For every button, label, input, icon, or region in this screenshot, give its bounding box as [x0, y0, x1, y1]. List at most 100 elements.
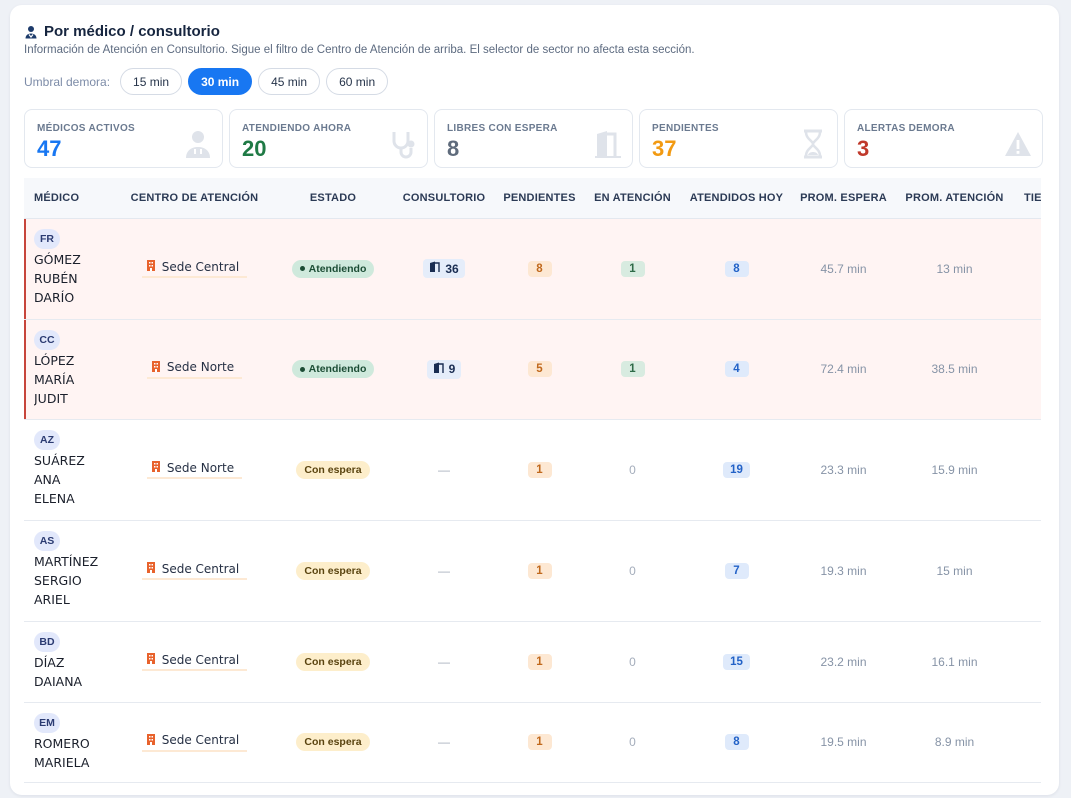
center-name: Sede Norte [166, 460, 235, 475]
status-text: Atendiendo [308, 262, 367, 275]
stat-pendientes: PENDIENTES 37 [639, 109, 838, 168]
pendientes-value: 1 [527, 461, 552, 478]
prom-atencion-value: 13 min [936, 261, 973, 276]
pendientes-cell: 1 [495, 621, 584, 703]
umbral-option-15[interactable]: 15 min [120, 68, 183, 95]
prom-espera-cell: 45.7 min [792, 218, 895, 320]
table-row[interactable]: CC LÓPEZ MARÍA JUDIT Sede Norte Atendiendo 9… [24, 319, 1041, 420]
prom-espera-cell: 19.3 min [792, 520, 895, 622]
header-prom-atencion[interactable]: PROM. ATENCIÓN [895, 178, 1014, 219]
umbral-option-60[interactable]: 60 min [326, 68, 389, 95]
header-atendidos-hoy[interactable]: ATENDIDOS HOY [681, 178, 792, 219]
en-atencion-cell: 1 [584, 218, 681, 320]
stat-medicos-activos: MÉDICOS ACTIVOS 47 [24, 109, 223, 168]
header-consultorio[interactable]: CONSULTORIO [393, 178, 495, 219]
pendientes-cell: 1 [495, 520, 584, 622]
prom-atencion-cell: 15.9 min [895, 419, 1014, 521]
status-cell: Con espera [273, 702, 393, 783]
stat-label: PENDIENTES [652, 123, 719, 134]
table-row[interactable]: AZ SUÁREZ ANA ELENA Sede Norte Con espera — 1… [24, 419, 1041, 521]
stethoscope-icon [388, 129, 418, 164]
umbral-option-30[interactable]: 30 min [188, 68, 253, 95]
section-card: Por médico / consultorio Información de … [10, 5, 1059, 795]
doctor-cell: EM ROMERO MARIELA [24, 702, 116, 783]
doctors-table: MÉDICO CENTRO DE ATENCIÓN ESTADO CONSULT… [24, 178, 1041, 783]
stat-label: LIBRES CON ESPERA [447, 123, 558, 134]
status-badge: Con espera [296, 460, 370, 479]
prom-espera-value: 19.3 min [820, 563, 867, 578]
header-estado[interactable]: ESTADO [273, 178, 393, 219]
umbral-option-45[interactable]: 45 min [258, 68, 321, 95]
header-medico[interactable]: MÉDICO [24, 178, 116, 219]
prom-atencion-cell: 15 min [895, 520, 1014, 622]
pendientes-value: 1 [527, 734, 552, 750]
doctor-name: LÓPEZ MARÍA JUDIT [34, 352, 75, 406]
en-atencion-cell: 1 [584, 319, 681, 420]
status-badge: Atendiendo [291, 360, 375, 378]
doctor-cell: AZ SUÁREZ ANA ELENA [24, 419, 116, 521]
stat-label: MÉDICOS ACTIVOS [37, 123, 136, 134]
atendidos-cell: 7 [681, 520, 792, 622]
status-badge: Con espera [296, 652, 370, 671]
header-pendientes[interactable]: PENDIENTES [495, 178, 584, 219]
prom-atencion-cell: 13 min [895, 218, 1014, 320]
table-row[interactable]: BD DÍAZ DAIANA Sede Central Con espera — 1 0 15… [24, 621, 1041, 703]
consultorio-number: 9 [448, 362, 456, 376]
atendidos-cell: 8 [681, 218, 792, 320]
door-icon [593, 129, 623, 164]
pendientes-cell: 8 [495, 218, 584, 320]
tiempo-cell: 5.1 [1014, 319, 1041, 420]
umbral-selector: Umbral demora: 15 min 30 min 45 min 60 m… [24, 68, 389, 95]
stat-atendiendo-ahora: ATENDIENDO AHORA 20 [229, 109, 428, 168]
doctor-cell: FR GÓMEZ RUBÉN DARÍO [24, 218, 116, 320]
consultorio-cell: — [393, 702, 495, 783]
en-atencion-value: 0 [629, 654, 636, 669]
avatar: FR [34, 228, 60, 249]
center-chip: Sede Central [141, 652, 248, 671]
table-row[interactable]: FR GÓMEZ RUBÉN DARÍO Sede Central Atendiend… [24, 218, 1041, 320]
doctor-cell: BD DÍAZ DAIANA [24, 621, 116, 703]
center-name: Sede Central [161, 733, 240, 747]
hourglass-icon [798, 129, 828, 164]
building-icon [146, 561, 156, 576]
header-prom-espera[interactable]: PROM. ESPERA [792, 178, 895, 219]
atendidos-value: 4 [724, 361, 749, 377]
stat-alertas-demora: ALERTAS DEMORA 3 [844, 109, 1043, 168]
consultorio-empty: — [438, 462, 450, 477]
table-row[interactable]: AS MARTÍNEZ SERGIO ARIEL Sede Central Con e… [24, 520, 1041, 622]
building-icon [151, 460, 161, 475]
avatar: CC [34, 329, 60, 350]
pendientes-value: 1 [527, 562, 552, 579]
stat-value: 37 [652, 136, 677, 161]
header-en-atencion[interactable]: EN ATENCIÓN [584, 178, 681, 219]
en-atencion-cell: 0 [584, 621, 681, 703]
consultorio-cell: 36 [393, 218, 495, 320]
doctors-table-container[interactable]: MÉDICO CENTRO DE ATENCIÓN ESTADO CONSULT… [24, 178, 1041, 798]
consultorio-cell: — [393, 419, 495, 521]
center-cell: Sede Norte [116, 419, 273, 521]
header-tiempo[interactable]: TIEMPO [1014, 178, 1041, 219]
table-header-row: MÉDICO CENTRO DE ATENCIÓN ESTADO CONSULT… [24, 178, 1041, 219]
prom-atencion-value: 15.9 min [931, 462, 978, 477]
door-icon [429, 261, 441, 276]
atendidos-value: 8 [724, 734, 749, 750]
table-row[interactable]: EM ROMERO MARIELA Sede Central Con espera — 1… [24, 702, 1041, 783]
en-atencion-value: 1 [620, 361, 645, 377]
consultorio-cell: — [393, 621, 495, 703]
status-badge: Con espera [296, 561, 370, 580]
center-cell: Sede Norte [116, 319, 273, 420]
header-centro[interactable]: CENTRO DE ATENCIÓN [116, 178, 273, 219]
consultorio-chip: 36 [423, 259, 465, 278]
status-dot [299, 366, 305, 372]
prom-espera-cell: 19.5 min [792, 702, 895, 783]
doctor-name: MARTÍNEZ SERGIO ARIEL [34, 553, 99, 607]
prom-espera-cell: 23.3 min [792, 419, 895, 521]
status-dot [299, 266, 305, 272]
pendientes-value: 8 [527, 260, 552, 277]
stat-value: 47 [37, 136, 62, 161]
avatar: BD [34, 631, 60, 652]
en-atencion-value: 0 [629, 735, 636, 749]
prom-espera-value: 19.5 min [820, 735, 867, 749]
consultorio-empty: — [438, 654, 450, 669]
doctor-icon [24, 25, 38, 39]
